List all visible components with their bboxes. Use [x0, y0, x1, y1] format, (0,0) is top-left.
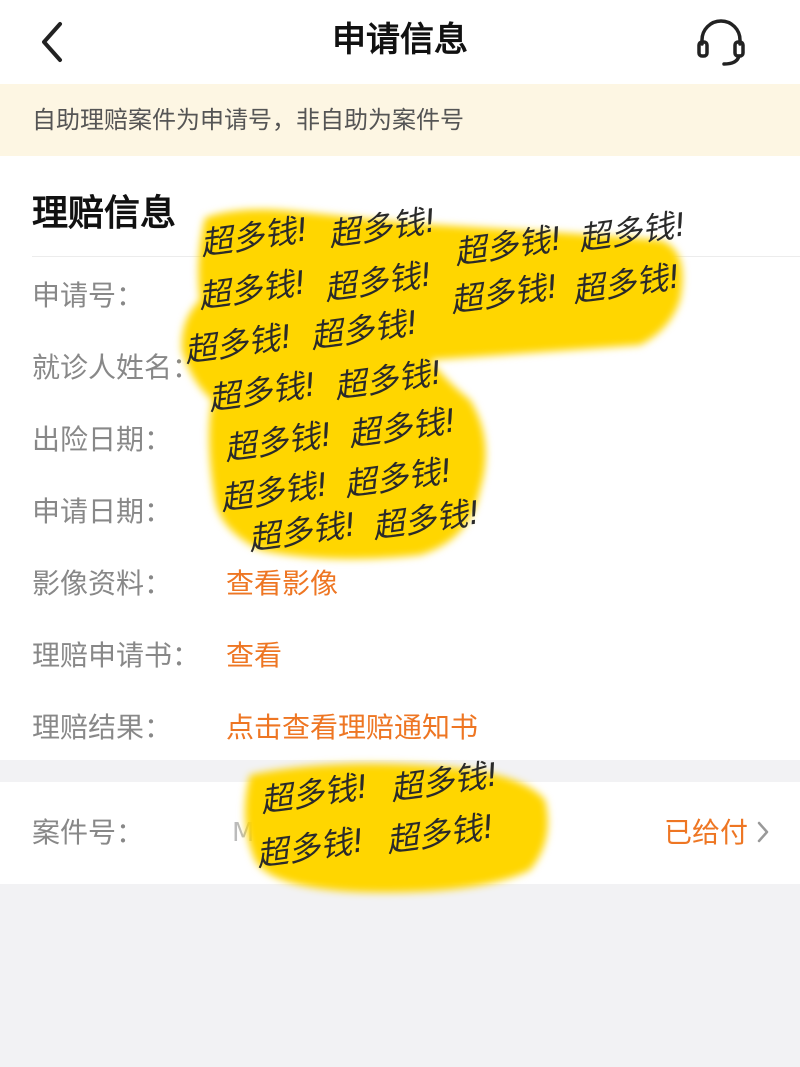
case-number-value: M: [232, 818, 255, 848]
field-label: 理赔结果：: [32, 711, 173, 744]
field-label: 出险日期：: [32, 423, 173, 456]
navigation-bar: 申请信息: [0, 0, 800, 84]
notice-text: 自助理赔案件为申请号，非自助为案件号: [32, 106, 464, 134]
view-claim-notice-link[interactable]: 点击查看理赔通知书: [226, 698, 478, 758]
field-label: 申请号：: [32, 279, 145, 312]
page-title: 申请信息: [332, 20, 468, 60]
customer-service-button[interactable]: [692, 14, 750, 70]
field-patient-name: 就诊人姓名：: [0, 338, 800, 398]
view-claim-form-link[interactable]: 查看: [226, 626, 282, 686]
divider: [32, 256, 800, 257]
field-images: 影像资料： 查看影像: [0, 554, 800, 614]
section-title: 理赔信息: [32, 193, 177, 234]
field-application-date: 申请日期：: [0, 482, 800, 542]
view-images-link[interactable]: 查看影像: [226, 554, 338, 614]
field-label: 就诊人姓名：: [32, 351, 201, 384]
field-incident-date: 出险日期：: [0, 410, 800, 470]
chevron-right-icon: [757, 821, 769, 843]
case-number-label: 案件号：: [32, 816, 145, 849]
claim-info-card: 理赔信息 申请号： 就诊人姓名： 出险日期： 申请日期： 影像资料： 查看影像 …: [0, 156, 800, 760]
notice-bar: 自助理赔案件为申请号，非自助为案件号: [0, 84, 800, 156]
field-claim-result: 理赔结果： 点击查看理赔通知书: [0, 698, 800, 758]
payment-status[interactable]: 已给付: [664, 782, 770, 884]
field-label: 申请日期：: [32, 495, 173, 528]
field-label: 理赔申请书：: [32, 639, 201, 672]
field-claim-form: 理赔申请书： 查看: [0, 626, 800, 686]
case-card[interactable]: 案件号： M 已给付: [0, 782, 800, 884]
field-application-number: 申请号：: [0, 266, 800, 326]
status-text: 已给付: [663, 816, 748, 849]
field-label: 影像资料：: [32, 567, 173, 600]
headset-icon: [697, 19, 745, 66]
